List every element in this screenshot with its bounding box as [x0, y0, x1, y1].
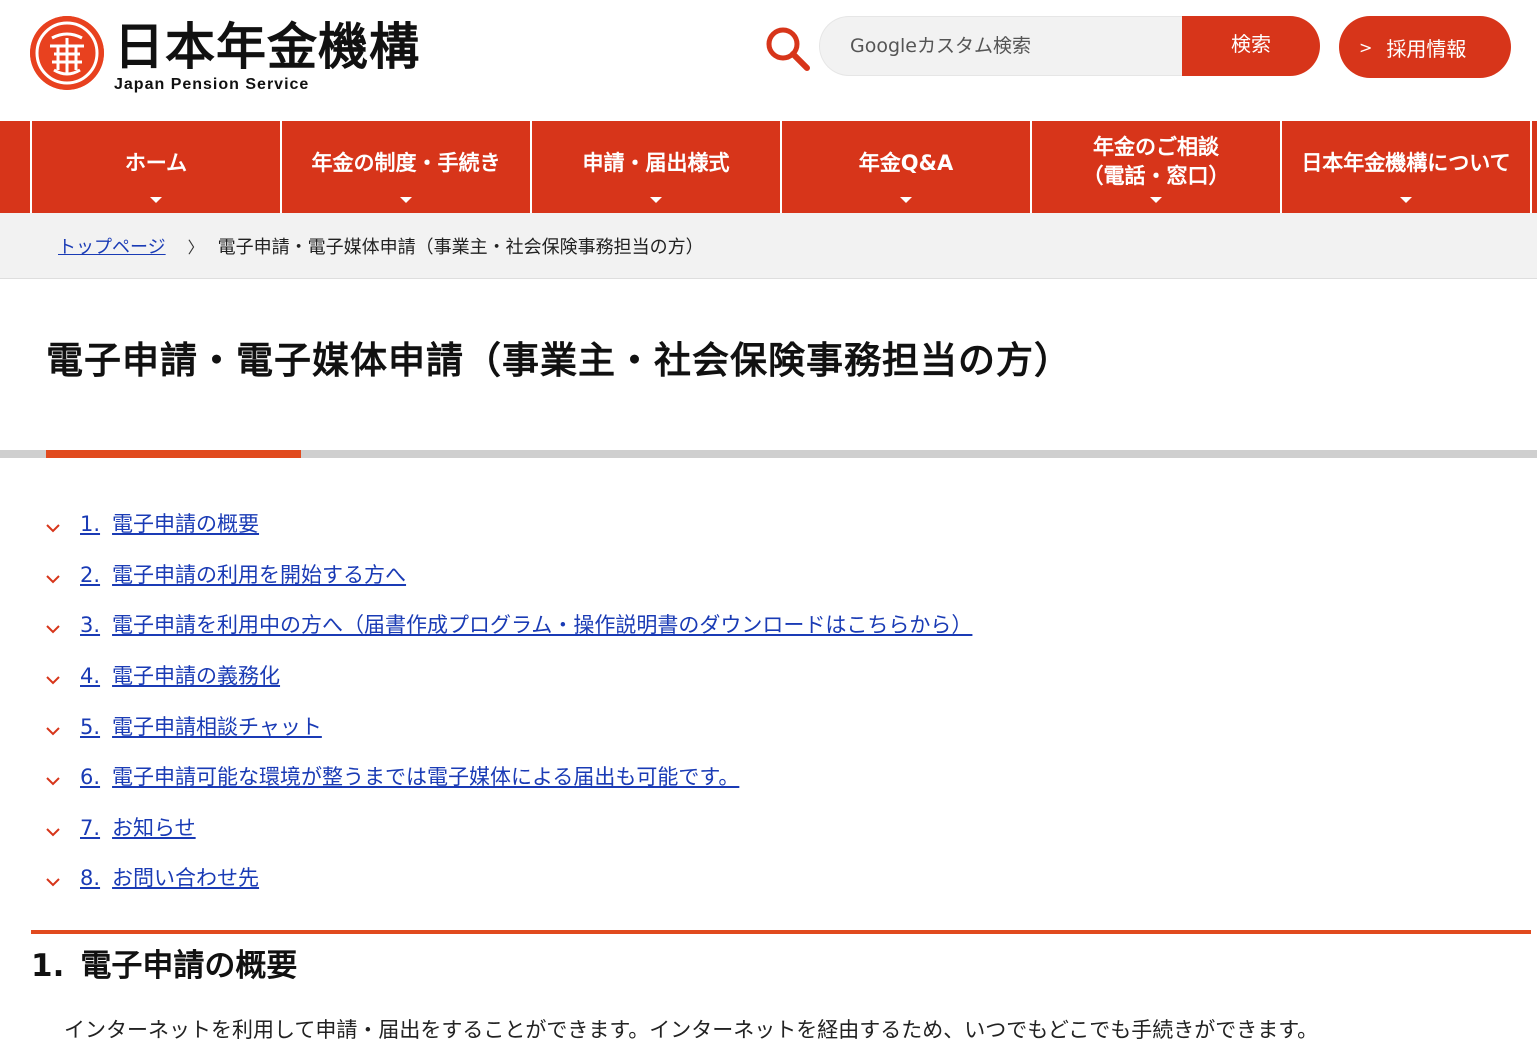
breadcrumb-current: 電子申請・電子媒体申請（事業主・社会保険事務担当の方） [217, 236, 704, 258]
caret-down-icon [1400, 197, 1412, 203]
anchor-link[interactable]: 7. お知らせ [80, 812, 196, 842]
anchor-link-number: 1. [80, 512, 101, 537]
section-title: 電子申請の概要 [80, 948, 298, 984]
chevron-down-icon [46, 862, 74, 892]
anchor-link[interactable]: 8. お問い合わせ先 [80, 862, 259, 892]
nav-item-forms[interactable]: 申請・届出様式 [530, 121, 780, 213]
chevron-down-icon [46, 761, 74, 791]
global-nav: ホーム 年金の制度・手続き 申請・届出様式 年金Q&A 年金のご相談 （電話・窓… [0, 121, 1537, 213]
section-divider [31, 930, 1531, 934]
nav-item-home[interactable]: ホーム [30, 121, 280, 213]
chevron-right-icon: > [1359, 37, 1373, 57]
search-field [819, 16, 1183, 76]
list-item: 4. 電子申請の義務化 [46, 650, 972, 701]
anchor-link[interactable]: 1. 電子申請の概要 [80, 508, 259, 538]
nav-item-consultation[interactable]: 年金のご相談 （電話・窓口） [1030, 121, 1280, 213]
list-item: 6. 電子申請可能な環境が整うまでは電子媒体による届出も可能です。 [46, 751, 972, 802]
site-logo[interactable]: 日本年金機構 Japan Pension Service [30, 16, 420, 94]
list-item: 5. 電子申請相談チャット [46, 700, 972, 751]
anchor-link[interactable]: 6. 電子申請可能な環境が整うまでは電子媒体による届出も可能です。 [80, 761, 739, 791]
nav-item-label: 年金Q&A [858, 150, 954, 175]
nav-item-system-procedures[interactable]: 年金の制度・手続き [280, 121, 530, 213]
anchor-link-label: 電子申請可能な環境が整うまでは電子媒体による届出も可能です。 [112, 765, 740, 790]
nav-item-label: ホーム [124, 150, 188, 175]
chevron-down-icon [46, 812, 74, 842]
list-item: 3. 電子申請を利用中の方へ（届書作成プログラム・操作説明書のダウンロードはこちら… [46, 599, 972, 650]
recruit-button[interactable]: > 採用情報 [1339, 16, 1511, 78]
section-heading: 1. 電子申請の概要 [31, 940, 297, 985]
anchor-link-list: 1. 電子申請の概要 2. 電子申請の利用を開始する方へ 3. 電子申請を利用中の方へ… [46, 498, 972, 903]
anchor-link-number: 8. [80, 866, 101, 891]
caret-down-icon [1150, 197, 1162, 203]
list-item: 7. お知らせ [46, 802, 972, 853]
nav-item-label-line2: （電話・窓口） [1082, 164, 1230, 188]
nav-item-about[interactable]: 日本年金機構について [1280, 121, 1532, 213]
anchor-link-label: 電子申請相談チャット [112, 714, 322, 739]
logo-subtext: Japan Pension Service [114, 76, 310, 93]
chevron-down-icon [46, 609, 74, 639]
anchor-link[interactable]: 2. 電子申請の利用を開始する方へ [80, 559, 406, 589]
recruit-button-label: 採用情報 [1386, 36, 1467, 61]
page-title: 電子申請・電子媒体申請（事業主・社会保険事務担当の方） [46, 339, 1072, 382]
nav-item-label: 申請・届出様式 [582, 150, 730, 175]
list-item: 1. 電子申請の概要 [46, 498, 972, 549]
chevron-down-icon [46, 508, 74, 538]
anchor-link-label: 電子申請の利用を開始する方へ [112, 562, 407, 587]
anchor-link-number: 7. [80, 815, 101, 840]
anchor-link-number: 6. [80, 765, 101, 790]
search-icon [763, 24, 811, 72]
caret-down-icon [900, 197, 912, 203]
nav-item-qa[interactable]: 年金Q&A [780, 121, 1030, 213]
chevron-down-icon [46, 559, 74, 589]
anchor-link-number: 3. [80, 613, 101, 638]
nav-item-label-line1: 年金のご相談 [1093, 135, 1219, 159]
anchor-link-label: 電子申請を利用中の方へ（届書作成プログラム・操作説明書のダウンロードはこちらから… [112, 613, 973, 638]
breadcrumb-separator: 〉 [187, 237, 204, 257]
section-body-text: インターネットを利用して申請・届出をすることができます。インターネットを経由する… [64, 1018, 1319, 1042]
logo-text: 日本年金機構 [114, 18, 420, 76]
anchor-link-number: 5. [80, 714, 101, 739]
anchor-link-label: 電子申請の概要 [112, 512, 260, 537]
search-input[interactable] [820, 17, 1183, 75]
anchor-link[interactable]: 4. 電子申請の義務化 [80, 660, 280, 690]
chevron-down-icon [46, 660, 74, 690]
anchor-link-number: 2. [80, 562, 101, 587]
caret-down-icon [150, 197, 162, 203]
anchor-link-label: 電子申請の義務化 [112, 664, 281, 689]
breadcrumb-home-link[interactable]: トップページ [58, 233, 166, 259]
anchor-link-label: お問い合わせ先 [112, 866, 260, 891]
anchor-link[interactable]: 5. 電子申請相談チャット [80, 711, 322, 741]
list-item: 2. 電子申請の利用を開始する方へ [46, 549, 972, 600]
title-divider-accent [46, 450, 301, 458]
caret-down-icon [400, 197, 412, 203]
list-item: 8. お問い合わせ先 [46, 852, 972, 903]
search-button[interactable]: 検索 [1182, 16, 1320, 76]
site-header: 日本年金機構 Japan Pension Service 検索 > 採用情報 [0, 0, 1537, 121]
chevron-down-icon [46, 711, 74, 741]
anchor-link-label: お知らせ [112, 815, 196, 840]
breadcrumb: トップページ 〉 電子申請・電子媒体申請（事業主・社会保険事務担当の方） [0, 213, 1537, 279]
logo-emblem-icon [30, 16, 104, 90]
section-number: 1. [31, 948, 65, 984]
anchor-link-number: 4. [80, 664, 101, 689]
nav-item-label: 日本年金機構について [1301, 150, 1511, 175]
anchor-link[interactable]: 3. 電子申請を利用中の方へ（届書作成プログラム・操作説明書のダウンロードはこちら… [80, 609, 972, 639]
caret-down-icon [650, 197, 662, 203]
nav-item-label: 年金の制度・手続き [311, 150, 501, 175]
